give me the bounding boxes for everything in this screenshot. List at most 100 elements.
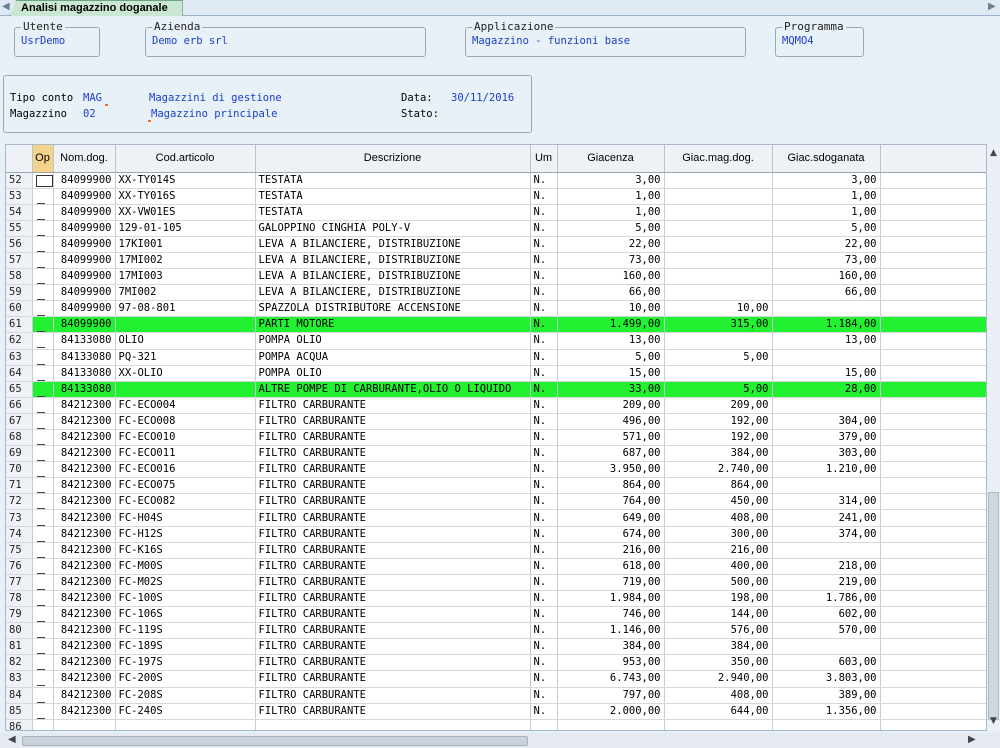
programma-label: Programma (784, 20, 844, 33)
table-row[interactable]: 65 84133080 ALTRE POMPE DI CARBURANTE,OLIO… (6, 381, 986, 398)
op-cell[interactable] (32, 509, 54, 527)
op-cell[interactable] (32, 204, 54, 221)
table-row[interactable]: 62 84133080 OLIO POMPA OLIO N. 13,00 13,00 (6, 332, 986, 350)
column-header-nom-dog[interactable]: Nom.dog. (53, 145, 116, 173)
op-cell[interactable] (32, 654, 54, 672)
chevron-up-icon[interactable]: ▲ (987, 147, 1000, 160)
table-row[interactable]: 53 84099900 XX-TY016S TESTATA N. 1,00 1,00 (6, 188, 986, 205)
horizontal-scroll-thumb[interactable] (22, 736, 528, 746)
table-row[interactable]: 68 84212300 FC-ECO010 FILTRO CARBURANTE N. 57… (6, 429, 986, 447)
column-header-descrizione[interactable]: Descrizione (255, 145, 531, 173)
spacer-cell (880, 703, 986, 720)
op-cell[interactable] (32, 574, 54, 591)
table-row[interactable]: 69 84212300 FC-ECO011 FILTRO CARBURANTE N. 68… (6, 445, 986, 463)
vertical-scroll-thumb[interactable] (988, 492, 999, 720)
table-row[interactable]: 55 84099900 129-01-105 GALOPPINO CINGHIA PO… (6, 220, 986, 237)
table-row[interactable]: 79 84212300 FC-106S FILTRO CARBURANTE N. 746,… (6, 606, 986, 624)
table-row[interactable]: 66 84212300 FC-ECO004 FILTRO CARBURANTE N. 20… (6, 397, 986, 414)
op-cell[interactable] (32, 670, 54, 688)
op-cell[interactable] (32, 172, 54, 189)
op-cell[interactable] (32, 268, 54, 286)
column-header-cod-articolo[interactable]: Cod.articolo (115, 145, 256, 173)
op-cell[interactable] (32, 429, 54, 447)
op-cell[interactable] (32, 606, 54, 624)
op-cell[interactable] (32, 461, 54, 479)
op-cell[interactable] (32, 188, 54, 205)
column-header-giacenza[interactable]: Giacenza (557, 145, 665, 173)
table-row[interactable]: 80 84212300 FC-119S FILTRO CARBURANTE N. 1.14… (6, 622, 986, 640)
horizontal-scrollbar[interactable]: ◀ ▶ (0, 733, 1000, 748)
table-row[interactable]: 75 84212300 FC-K16S FILTRO CARBURANTE N. 216,… (6, 542, 986, 559)
table-row[interactable]: 74 84212300 FC-H12S FILTRO CARBURANTE N. 674,… (6, 526, 986, 543)
table-row[interactable]: 64 84133080 XX-OLIO POMPA OLIO N. 15,00 15,00 (6, 365, 986, 382)
op-cell[interactable] (32, 638, 54, 656)
table-row[interactable]: 71 84212300 FC-ECO075 FILTRO CARBURANTE N. 86… (6, 477, 986, 495)
table-row[interactable]: 72 84212300 FC-ECO082 FILTRO CARBURANTE N. 76… (6, 493, 986, 511)
table-row[interactable]: 83 84212300 FC-200S FILTRO CARBURANTE N. 6.74… (6, 670, 986, 688)
table-row[interactable]: 67 84212300 FC-ECO008 FILTRO CARBURANTE N. 49… (6, 413, 986, 431)
op-cell[interactable] (32, 332, 54, 350)
column-header-giac-mag-dog[interactable]: Giac.mag.dog. (664, 145, 773, 173)
op-cell[interactable] (32, 445, 54, 463)
op-cell[interactable] (32, 349, 54, 366)
op-cell[interactable] (32, 300, 54, 318)
op-cell[interactable] (32, 316, 54, 334)
op-cell[interactable] (32, 526, 54, 543)
op-cell[interactable] (32, 590, 54, 608)
table-row[interactable]: 85 84212300 FC-240S FILTRO CARBURANTE N. 2.00… (6, 703, 986, 720)
tab-analisi-magazzino[interactable]: Analisi magazzino doganale (10, 0, 183, 16)
descrizione-cell: FILTRO CARBURANTE (255, 413, 531, 431)
tab-scroll-left-icon[interactable]: ◀ (2, 1, 10, 12)
table-row[interactable]: 73 84212300 FC-H04S FILTRO CARBURANTE N. 649,… (6, 509, 986, 527)
column-header-spacer[interactable] (880, 145, 986, 173)
table-row[interactable]: 76 84212300 FC-M00S FILTRO CARBURANTE N. 618,… (6, 558, 986, 575)
column-header-rownum[interactable] (6, 145, 33, 173)
table-row[interactable]: 61 84099900 PARTI MOTORE N. 1.499,00 315,00 1.… (6, 316, 986, 334)
op-cell[interactable] (32, 220, 54, 237)
chevron-left-icon[interactable]: ◀ (8, 734, 16, 745)
chevron-down-icon[interactable]: ▼ (987, 715, 1000, 728)
op-cell[interactable] (32, 719, 54, 730)
table-row[interactable]: 59 84099900 7MI002 LEVA A BILANCIERE, DISTR… (6, 284, 986, 302)
op-cell[interactable] (32, 542, 54, 559)
table-row[interactable]: 82 84212300 FC-197S FILTRO CARBURANTE N. 953,… (6, 654, 986, 672)
table-row[interactable]: 86 (6, 719, 986, 730)
vertical-scrollbar[interactable]: ▲ ▼ (987, 144, 1000, 731)
op-cell[interactable] (32, 381, 54, 398)
op-cell[interactable] (32, 477, 54, 495)
magazzino-value[interactable]: 02 (83, 108, 96, 120)
table-row[interactable]: 70 84212300 FC-ECO016 FILTRO CARBURANTE N. 3.… (6, 461, 986, 479)
giac-mag-dog-cell (664, 365, 773, 382)
op-cell[interactable] (32, 236, 54, 253)
column-header-um[interactable]: Um (530, 145, 558, 173)
op-cell[interactable] (32, 703, 54, 720)
table-row[interactable]: 52 84099900 XX-TY014S TESTATA N. 3,00 3,00 (6, 172, 986, 189)
table-row[interactable]: 84 84212300 FC-208S FILTRO CARBURANTE N. 797,… (6, 687, 986, 704)
op-cell[interactable] (32, 558, 54, 575)
chevron-right-icon[interactable]: ▶ (968, 734, 976, 745)
op-cell[interactable] (32, 687, 54, 704)
table-row[interactable]: 78 84212300 FC-100S FILTRO CARBURANTE N. 1.98… (6, 590, 986, 608)
table-row[interactable]: 57 84099900 17MI002 LEVA A BILANCIERE, DIST… (6, 252, 986, 270)
table-row[interactable]: 58 84099900 17MI003 LEVA A BILANCIERE, DIST… (6, 268, 986, 286)
table-row[interactable]: 81 84212300 FC-189S FILTRO CARBURANTE N. 384,… (6, 638, 986, 656)
data-value[interactable]: 30/11/2016 (451, 92, 514, 104)
table-row[interactable]: 77 84212300 FC-M02S FILTRO CARBURANTE N. 719,… (6, 574, 986, 591)
op-cell[interactable] (32, 413, 54, 431)
op-cell[interactable] (32, 284, 54, 302)
op-input[interactable] (35, 174, 52, 187)
table-row[interactable]: 54 84099900 XX-VW01ES TESTATA N. 1,00 1,00 (6, 204, 986, 221)
column-header-op[interactable]: Op (32, 145, 54, 173)
column-header-giac-sdoganata[interactable]: Giac.sdoganata (772, 145, 881, 173)
table-row[interactable]: 63 84133080 PQ-321 POMPA ACQUA N. 5,00 5,00 (6, 349, 986, 366)
op-cell[interactable] (32, 493, 54, 511)
table-row[interactable]: 60 84099900 97-08-801 SPAZZOLA DISTRIBUTORE… (6, 300, 986, 318)
op-cell[interactable] (32, 252, 54, 270)
op-cell[interactable] (32, 365, 54, 382)
table-row[interactable]: 56 84099900 17KI001 LEVA A BILANCIERE, DIST… (6, 236, 986, 253)
op-cell[interactable] (32, 622, 54, 640)
op-cell[interactable] (32, 397, 54, 414)
tipo-conto-value[interactable]: MAG (83, 92, 102, 104)
tab-scroll-right-icon[interactable]: ▶ (988, 1, 996, 12)
descrizione-cell: POMPA OLIO (255, 332, 531, 350)
